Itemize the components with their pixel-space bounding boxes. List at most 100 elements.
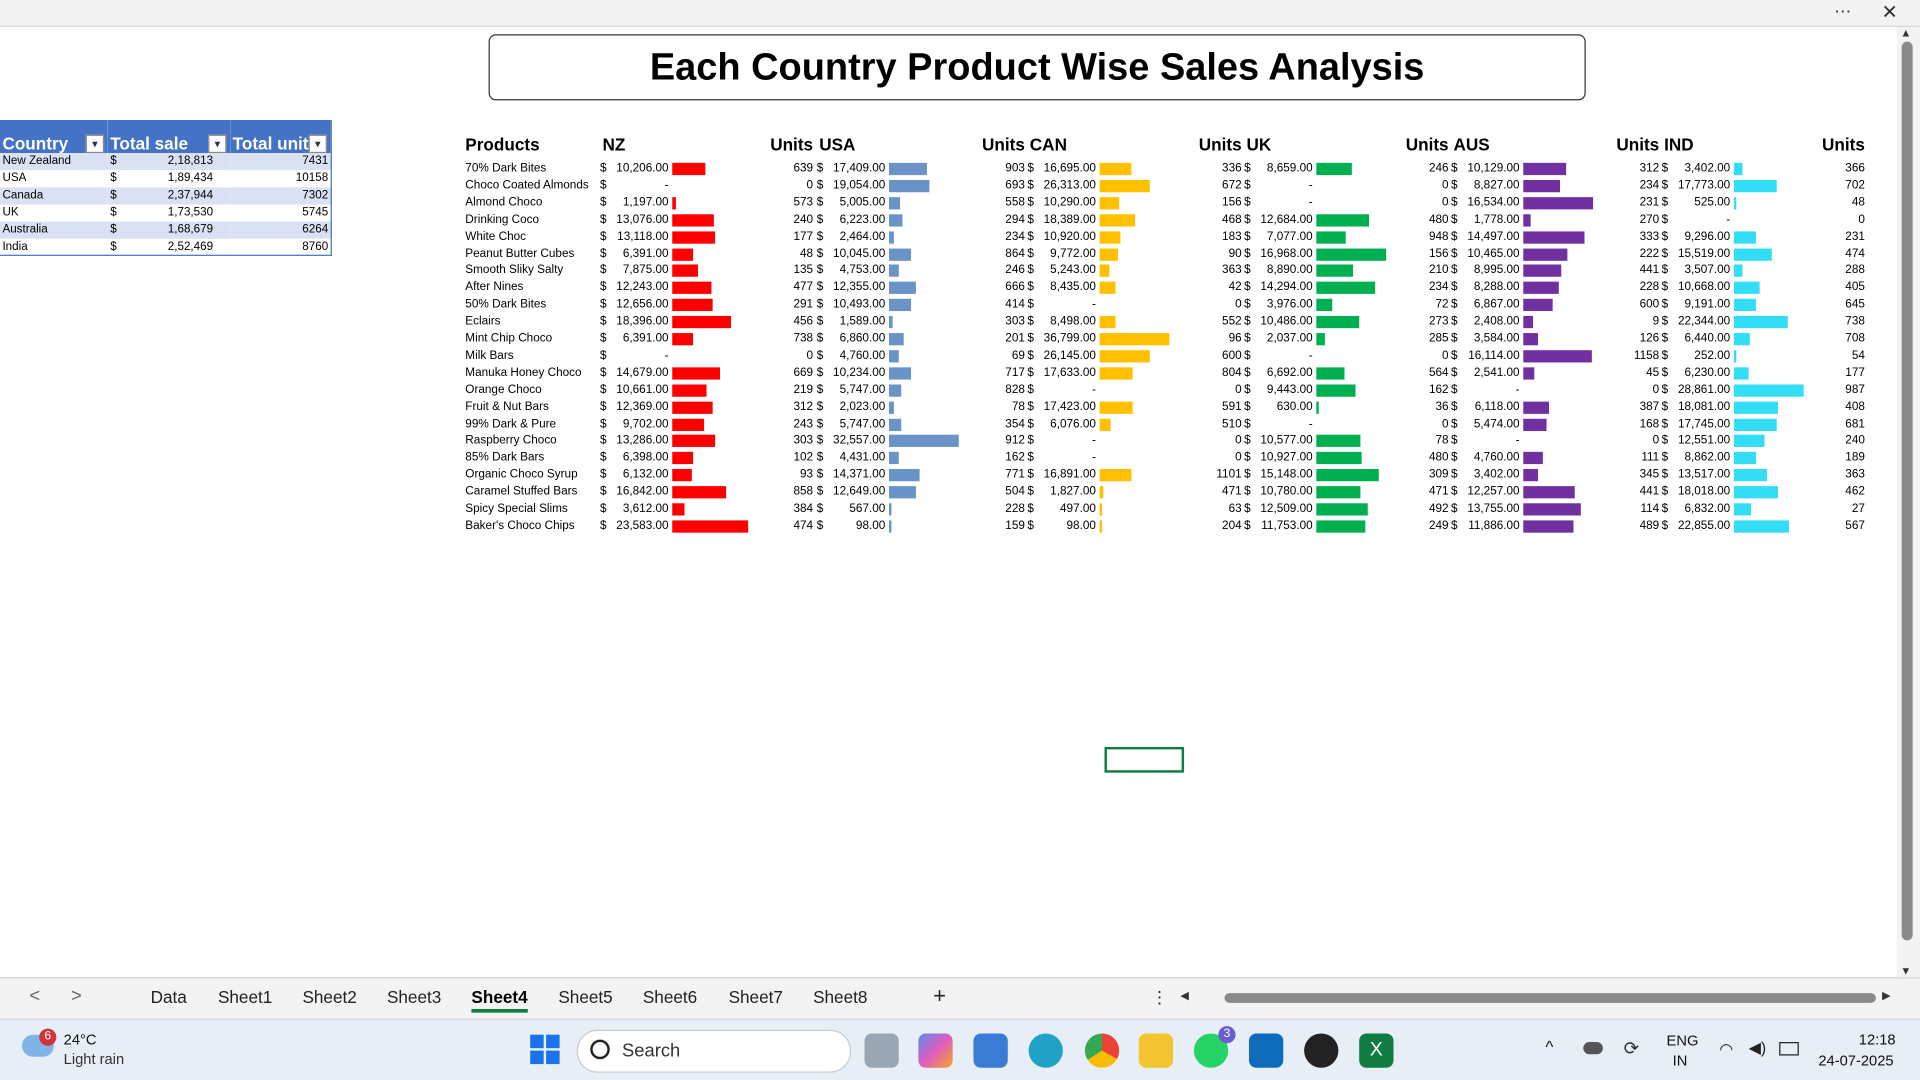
language-eng[interactable]: ENG (1667, 1032, 1699, 1049)
pivot-header-total-sale[interactable]: Total sale ▾ (107, 120, 231, 154)
units-value[interactable]: 204 (1193, 518, 1242, 535)
units-value[interactable]: 0 (1816, 211, 1865, 228)
sales-value[interactable]: 15,148.00 (1251, 467, 1312, 484)
units-value[interactable]: 387 (1610, 399, 1660, 416)
tab-sheet1[interactable]: Sheet1 (218, 987, 272, 1007)
units-value[interactable]: 303 (764, 433, 813, 450)
units-value[interactable]: 0 (1193, 450, 1242, 467)
file-explorer-icon[interactable] (1138, 1033, 1174, 1068)
sales-value[interactable]: 28,861.00 (1669, 382, 1730, 399)
units-value[interactable]: 312 (1610, 160, 1660, 177)
sales-value[interactable]: 10,290.00 (1035, 194, 1096, 211)
sales-value[interactable]: 13,517.00 (1669, 467, 1730, 484)
units-value[interactable]: 111 (1610, 450, 1659, 467)
units-value[interactable]: 228 (976, 501, 1025, 518)
sales-value[interactable]: 10,577.00 (1251, 433, 1312, 450)
units-value[interactable]: 567 (1816, 518, 1865, 535)
sales-value[interactable]: 8,288.00 (1458, 280, 1520, 297)
sync-icon[interactable]: ⟳ (1624, 1037, 1639, 1059)
vertical-scroll-thumb[interactable] (1901, 41, 1913, 941)
sales-value[interactable]: - (1251, 348, 1313, 365)
units-value[interactable]: 273 (1400, 314, 1449, 331)
sales-value[interactable]: 13,118.00 (607, 228, 668, 245)
sales-value[interactable]: 10,780.00 (1251, 484, 1312, 501)
sales-value[interactable]: 9,702.00 (607, 416, 669, 433)
sales-value[interactable]: 10,129.00 (1458, 160, 1519, 177)
units-value[interactable]: 288 (1816, 263, 1865, 280)
units-value[interactable]: 0 (764, 177, 814, 194)
units-value[interactable]: 234 (976, 228, 1025, 245)
units-value[interactable]: 354 (976, 416, 1025, 433)
horizontal-scroll-thumb[interactable] (1224, 993, 1876, 1003)
sales-value[interactable]: 32,557.00 (824, 433, 885, 450)
sales-value[interactable]: - (1458, 382, 1520, 399)
onedrive-icon[interactable] (1583, 1042, 1603, 1055)
sales-value[interactable]: 6,692.00 (1251, 365, 1313, 382)
sales-value[interactable]: 12,243.00 (607, 280, 668, 297)
scroll-down-icon[interactable]: ▼ (1900, 965, 1911, 977)
units-value[interactable]: 903 (976, 160, 1025, 177)
taskbar-search[interactable]: Search (576, 1029, 852, 1073)
units-value[interactable]: 246 (976, 263, 1025, 280)
units-value[interactable]: 471 (1193, 484, 1242, 501)
sales-value[interactable]: 10,465.00 (1458, 246, 1519, 263)
units-value[interactable]: 702 (1816, 177, 1865, 194)
tab-data[interactable]: Data (151, 987, 187, 1007)
units-value[interactable]: 240 (1816, 433, 1865, 450)
units-value[interactable]: 864 (976, 246, 1025, 263)
wifi-icon[interactable]: ◠ (1719, 1040, 1733, 1060)
sales-value[interactable]: 13,076.00 (607, 211, 668, 228)
units-value[interactable]: 249 (1400, 518, 1449, 535)
units-value[interactable]: 480 (1400, 211, 1449, 228)
units-value[interactable]: 156 (1400, 246, 1449, 263)
sales-value[interactable]: 14,371.00 (824, 467, 885, 484)
pivot-row[interactable]: USA $1,89,434 10158 (0, 170, 332, 188)
units-value[interactable]: 573 (764, 194, 813, 211)
units-value[interactable]: 510 (1193, 416, 1242, 433)
units-value[interactable]: 441 (1610, 484, 1660, 501)
sales-value[interactable]: 18,081.00 (1669, 399, 1730, 416)
tab-next-button[interactable]: > (71, 986, 82, 1007)
units-value[interactable]: 564 (1400, 365, 1449, 382)
units-value[interactable]: 234 (1610, 177, 1660, 194)
units-value[interactable]: 666 (976, 280, 1025, 297)
horizontal-scrollbar[interactable]: ◀ ▶ (1178, 989, 1891, 1006)
sales-value[interactable]: 16,534.00 (1458, 194, 1519, 211)
sales-value[interactable]: 6,391.00 (607, 331, 669, 348)
units-value[interactable]: 36 (1400, 399, 1449, 416)
sales-value[interactable]: 2,541.00 (1458, 365, 1520, 382)
sales-value[interactable]: 10,206.00 (607, 160, 668, 177)
sales-value[interactable]: 18,018.00 (1669, 484, 1730, 501)
units-value[interactable]: 114 (1610, 501, 1659, 518)
sales-value[interactable]: 3,402.00 (1458, 467, 1520, 484)
sales-value[interactable]: 8,827.00 (1458, 177, 1520, 194)
units-value[interactable]: 156 (1193, 194, 1242, 211)
units-value[interactable]: 0 (1193, 297, 1242, 314)
vertical-scrollbar[interactable]: ▲ ▼ (1896, 26, 1920, 977)
sales-value[interactable]: 6,230.00 (1669, 365, 1730, 382)
units-value[interactable]: 0 (1610, 382, 1660, 399)
sales-value[interactable]: 19,054.00 (824, 177, 885, 194)
units-value[interactable]: 162 (976, 450, 1025, 467)
sales-value[interactable]: 18,396.00 (607, 314, 668, 331)
units-value[interactable]: 1101 (1193, 467, 1241, 484)
sales-value[interactable]: 17,423.00 (1035, 399, 1096, 416)
sales-value[interactable]: - (1251, 177, 1313, 194)
units-value[interactable]: 363 (1193, 263, 1242, 280)
sales-value[interactable]: 3,402.00 (1669, 160, 1730, 177)
sales-value[interactable]: 5,747.00 (824, 382, 886, 399)
units-value[interactable]: 600 (1610, 297, 1660, 314)
worksheet[interactable]: Each Country Product Wise Sales Analysis… (0, 26, 1896, 978)
units-value[interactable]: 126 (1610, 331, 1660, 348)
units-value[interactable]: 804 (1193, 365, 1242, 382)
units-value[interactable]: 717 (976, 365, 1025, 382)
units-value[interactable]: 456 (764, 314, 813, 331)
pivot-row[interactable]: Canada $2,37,944 7302 (0, 187, 332, 205)
sales-value[interactable]: - (1669, 211, 1730, 228)
tab-prev-button[interactable]: < (29, 986, 40, 1007)
sales-value[interactable]: 6,076.00 (1035, 416, 1096, 433)
units-value[interactable]: 231 (1610, 194, 1660, 211)
sales-value[interactable]: - (1035, 297, 1096, 314)
units-value[interactable]: 291 (764, 297, 813, 314)
units-value[interactable]: 135 (764, 263, 813, 280)
